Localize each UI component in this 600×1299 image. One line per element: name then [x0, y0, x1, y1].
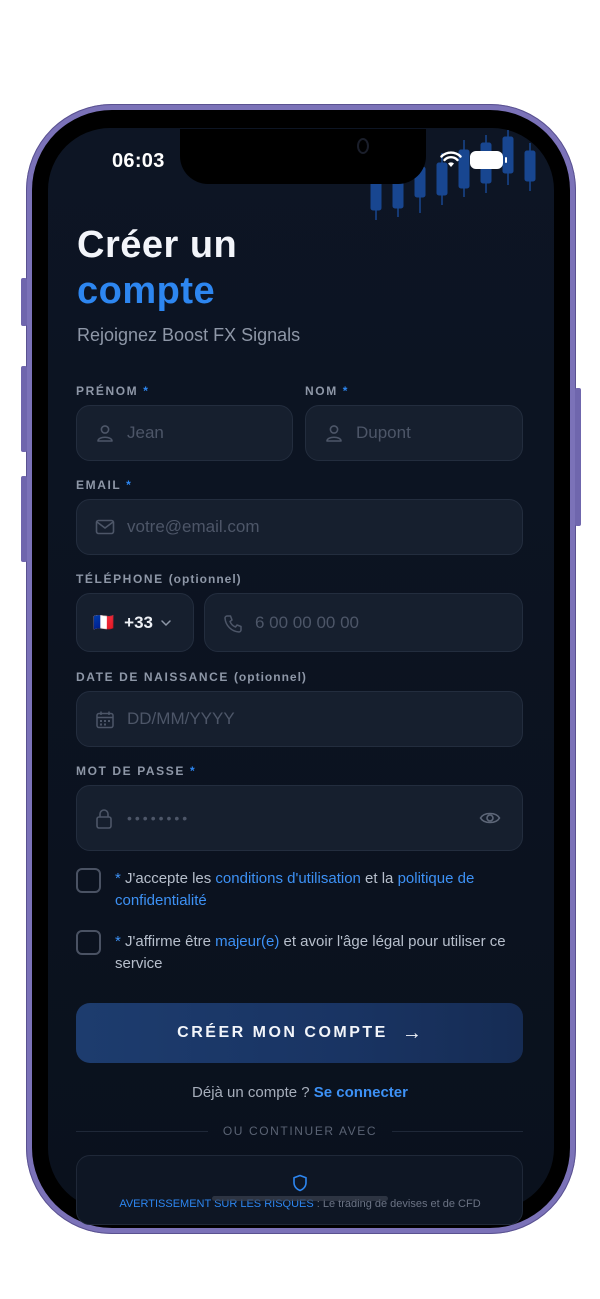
arrow-right-icon: →	[401, 1021, 422, 1044]
volume-up-button	[21, 366, 27, 452]
birthdate-placeholder: DD/MM/YYYY	[127, 709, 235, 728]
status-icons	[440, 151, 507, 169]
email-input[interactable]: votre@email.com	[76, 499, 523, 555]
first-name-label: PRÉNOM *	[76, 384, 150, 398]
home-indicator	[212, 1196, 388, 1201]
login-prompt-text: Déjà un compte ?	[192, 1084, 314, 1101]
required-marker: *	[189, 764, 197, 778]
last-name-placeholder: Dupont	[356, 423, 411, 442]
mail-icon	[95, 519, 115, 535]
terms-checkbox[interactable]	[76, 868, 101, 893]
social-divider-text: OU CONTINUER AVEC	[222, 1124, 378, 1138]
birthdate-label-text: DATE DE NAISSANCE	[76, 670, 229, 684]
required-marker: *	[126, 478, 133, 492]
adult-link[interactable]: majeur(e)	[215, 933, 279, 950]
country-code-select[interactable]: 🇫🇷 +33	[76, 593, 194, 652]
first-name-input[interactable]: Jean	[76, 405, 293, 461]
france-flag-icon: 🇫🇷	[93, 612, 115, 632]
create-account-button[interactable]: CRÉER MON COMPTE →	[76, 1003, 523, 1063]
terms-consent-text: * J'accepte les conditions d'utilisation…	[115, 868, 527, 912]
required-marker: *	[143, 384, 150, 398]
birthdate-label: DATE DE NAISSANCE (optionnel)	[76, 670, 307, 684]
login-link[interactable]: Se connecter	[314, 1084, 408, 1101]
age-consent-text: * J'affirme être majeur(e) et avoir l'âg…	[115, 931, 527, 975]
last-name-input[interactable]: Dupont	[305, 405, 523, 461]
optional-marker: (optionnel)	[168, 572, 242, 586]
wifi-icon	[440, 151, 462, 167]
mute-switch	[21, 278, 27, 326]
age-checkbox[interactable]	[76, 930, 101, 955]
calendar-icon	[96, 711, 114, 729]
phone-input[interactable]: 6 00 00 00 00	[204, 593, 523, 652]
terms-text-b: et la	[360, 870, 398, 887]
user-icon	[97, 425, 113, 442]
phone-label: TÉLÉPHONE (optionnel)	[76, 572, 242, 586]
terms-of-use-link[interactable]: conditions d'utilisation	[215, 870, 360, 887]
login-prompt: Déjà un compte ? Se connecter	[0, 1084, 600, 1101]
age-text-a: J'affirme être	[120, 933, 216, 950]
page-title-line1: Créer un	[77, 224, 238, 266]
terms-text-a: J'accepte les	[120, 870, 216, 887]
password-input[interactable]: ••••••••	[76, 785, 523, 851]
phone-placeholder: 6 00 00 00 00	[255, 612, 359, 632]
user-icon	[326, 425, 342, 442]
power-button	[575, 388, 581, 526]
country-code-value: +33	[124, 612, 154, 632]
first-name-placeholder: Jean	[127, 423, 164, 442]
email-label: EMAIL *	[76, 478, 132, 492]
risk-warning-card	[76, 1155, 523, 1225]
password-label-text: MOT DE PASSE	[76, 764, 185, 778]
battery-icon	[470, 151, 507, 169]
first-name-label-text: PRÉNOM	[76, 384, 139, 398]
page-subtitle: Rejoignez Boost FX Signals	[77, 325, 301, 345]
chevron-down-icon	[161, 619, 171, 626]
front-camera	[357, 138, 369, 154]
notch	[180, 129, 426, 184]
last-name-label: NOM *	[305, 384, 349, 398]
status-time: 06:03	[112, 150, 165, 172]
required-marker: *	[342, 384, 350, 398]
phone-label-text: TÉLÉPHONE	[76, 572, 164, 586]
lock-icon	[96, 809, 112, 829]
email-placeholder: votre@email.com	[127, 517, 260, 536]
shield-icon	[293, 1174, 307, 1192]
page-title-line2: compte	[77, 270, 216, 312]
last-name-label-text: NOM	[305, 384, 338, 398]
birthdate-input[interactable]: DD/MM/YYYY	[76, 691, 523, 747]
create-account-label: CRÉER MON COMPTE	[177, 1024, 388, 1041]
optional-marker: (optionnel)	[233, 670, 307, 684]
phone-icon	[224, 615, 242, 633]
eye-icon[interactable]	[479, 810, 501, 826]
email-label-text: EMAIL	[76, 478, 122, 492]
password-label: MOT DE PASSE *	[76, 764, 196, 778]
password-value: ••••••••	[127, 810, 191, 826]
volume-down-button	[21, 476, 27, 562]
